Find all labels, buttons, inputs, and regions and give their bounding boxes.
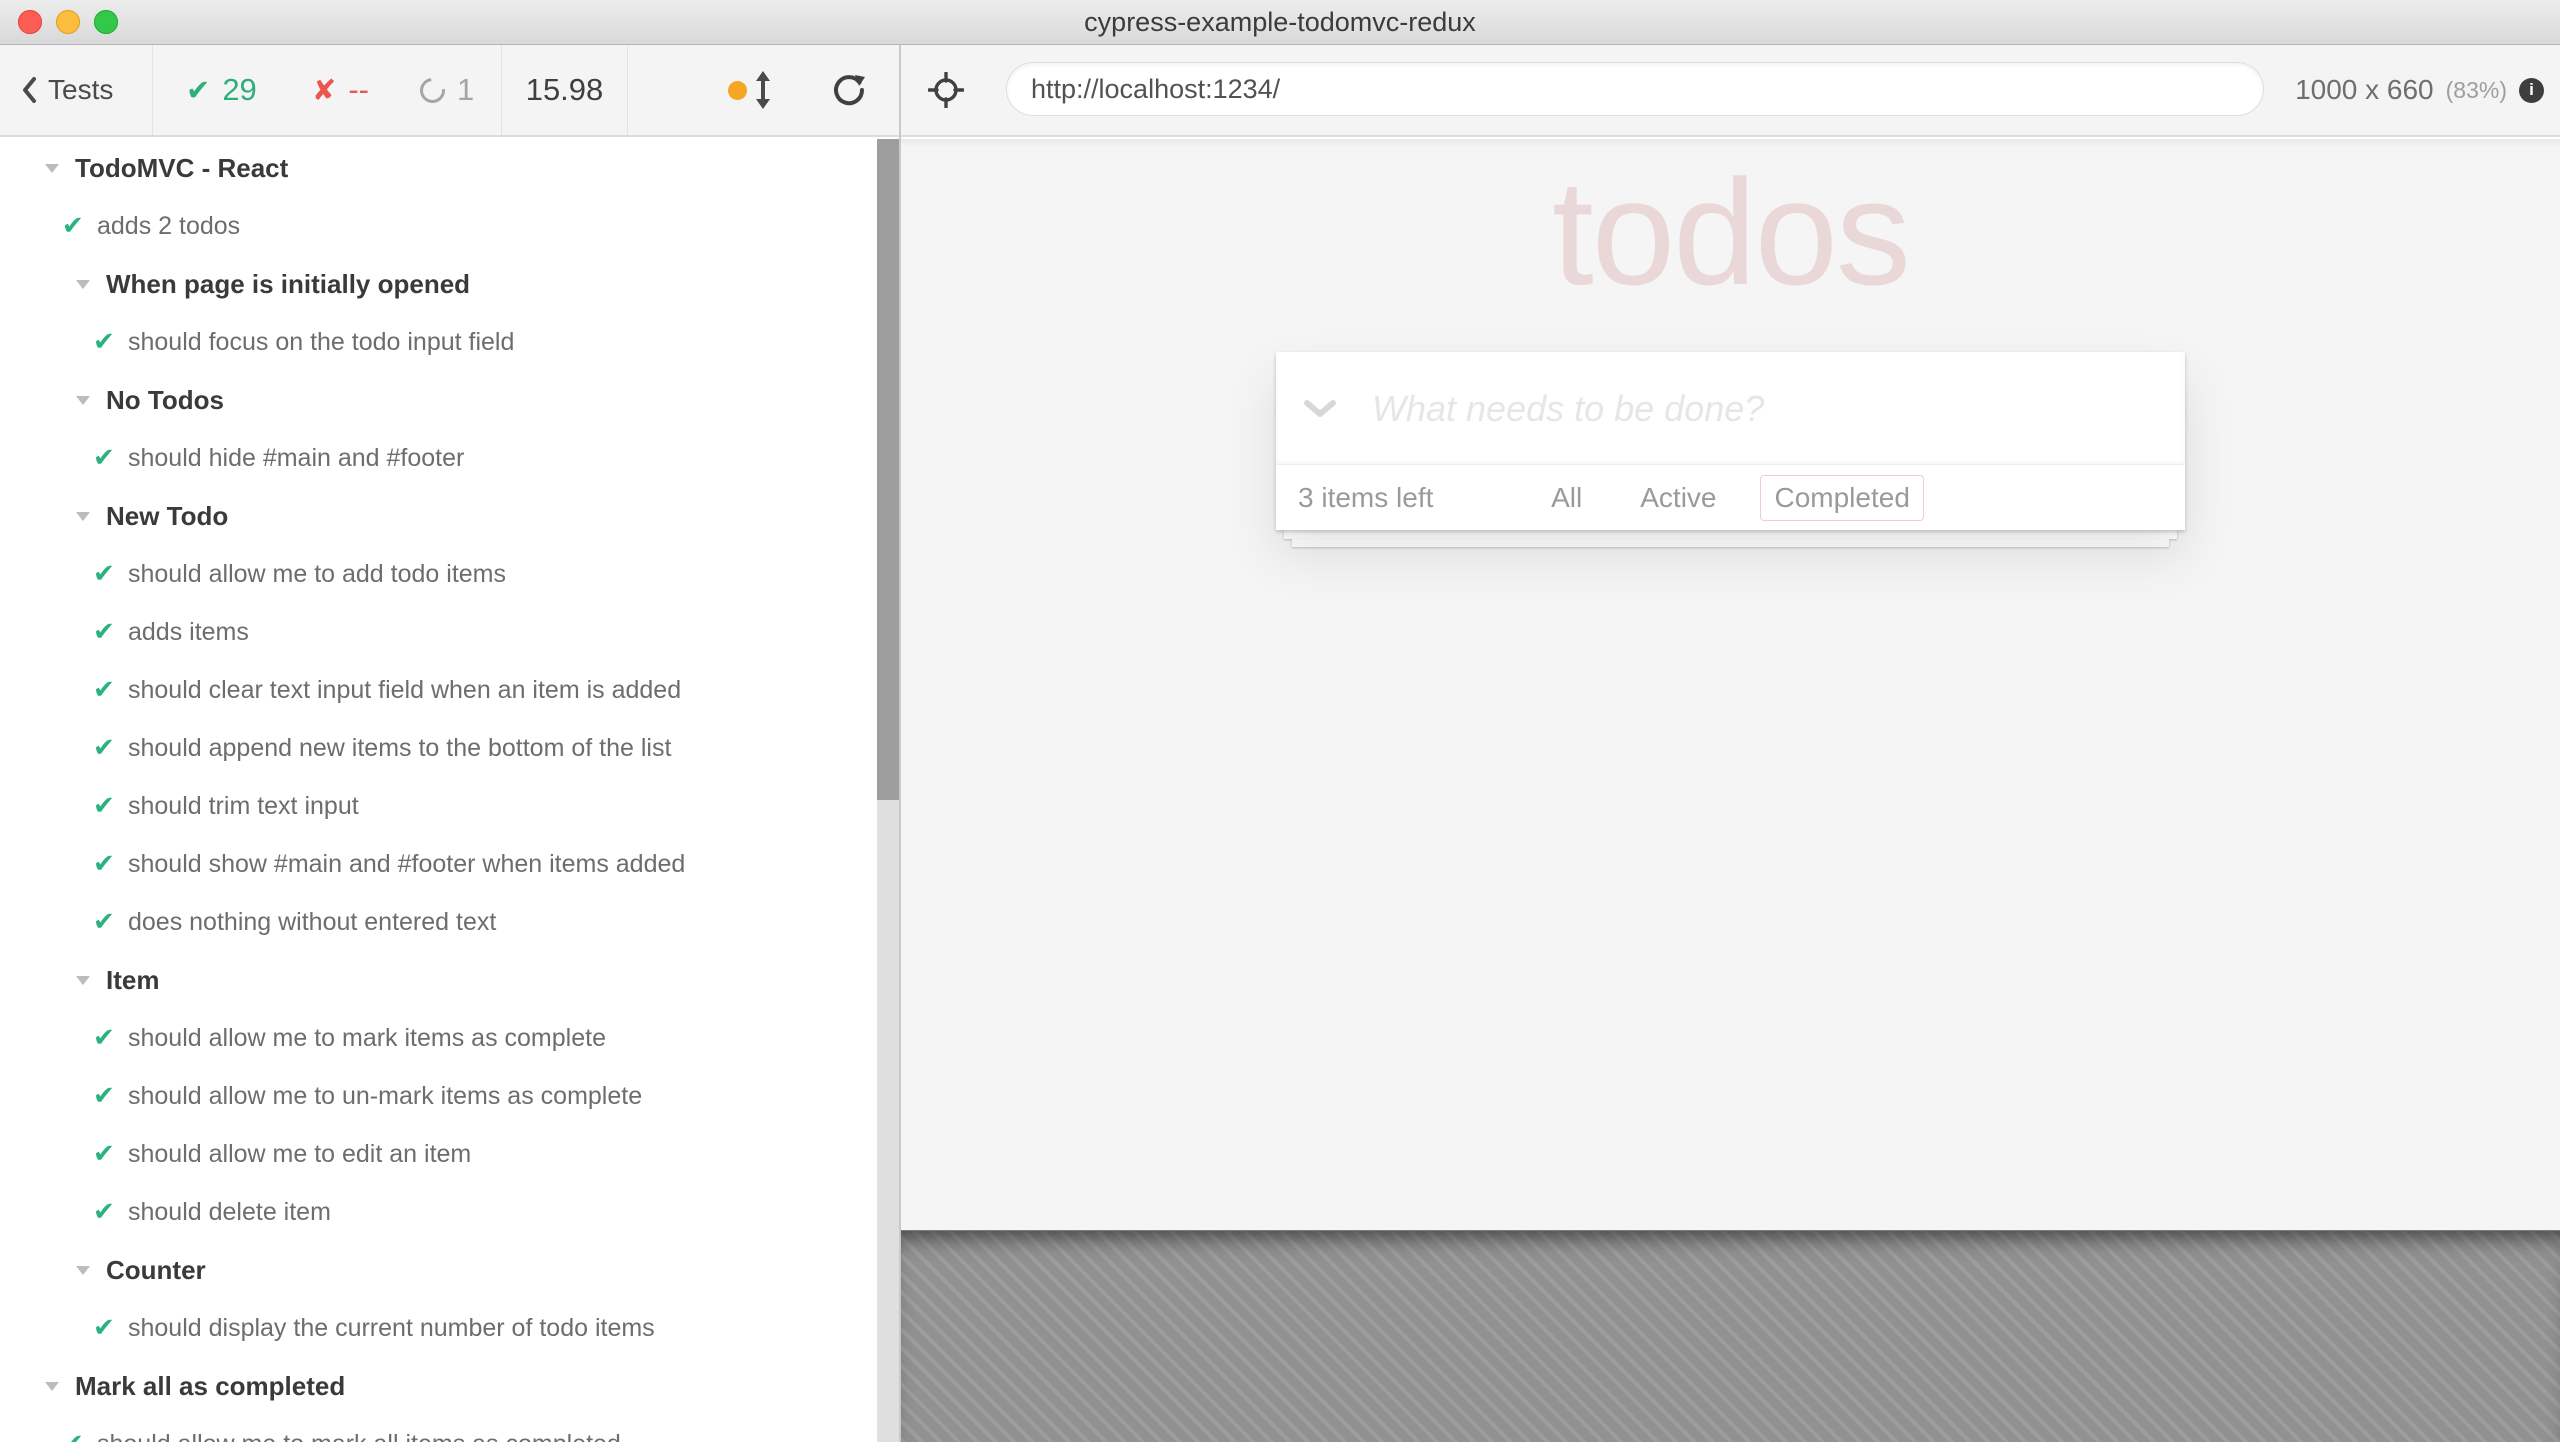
pass-check-icon: ✔ (93, 909, 119, 935)
up-down-arrow-icon (752, 70, 774, 110)
test-row[interactable]: ✔ does nothing without entered text (18, 893, 877, 951)
viewport-scale: (83%) (2446, 77, 2507, 104)
pass-check-icon: ✔ (93, 851, 119, 877)
pass-check-icon: ✔ (93, 793, 119, 819)
test-row[interactable]: ✔ should allow me to mark items as compl… (18, 1009, 877, 1067)
test-row[interactable]: ✔ should hide #main and #footer (18, 429, 877, 487)
chevron-down-icon (1303, 399, 1337, 419)
test-row[interactable]: ✔ should delete item (18, 1183, 877, 1241)
failed-stat: ✘ -- (312, 45, 369, 135)
reporter-scrollbar-thumb[interactable] (877, 139, 899, 800)
pass-check-icon: ✔ (93, 1025, 119, 1051)
pass-check-icon: ✔ (93, 1083, 119, 1109)
todoapp-card: 3 items left AllActiveCompleted (1276, 352, 2185, 530)
pending-count: 1 (457, 72, 474, 108)
pass-check-icon: ✔ (93, 1199, 119, 1225)
collapse-triangle-icon (76, 976, 90, 985)
refresh-icon (831, 72, 867, 108)
pass-check-icon: ✔ (93, 619, 119, 645)
info-icon[interactable]: i (2519, 78, 2544, 103)
test-row[interactable]: ✔ should allow me to add todo items (18, 545, 877, 603)
pending-stat: 1 (420, 45, 474, 135)
auto-scroll-indicator-dot (728, 81, 747, 100)
scroll-toggle-button[interactable] (752, 45, 774, 135)
test-row[interactable]: ✔ should append new items to the bottom … (18, 719, 877, 777)
window-title: cypress-example-todomvc-redux (0, 0, 2560, 45)
collapse-triangle-icon (45, 1382, 59, 1391)
test-row[interactable]: ✔ should allow me to edit an item (18, 1125, 877, 1183)
toolbar-separator (627, 45, 628, 135)
cypress-runner-window: cypress-example-todomvc-redux Tests ✔ 29… (0, 0, 2560, 1442)
passed-stat: ✔ 29 (186, 45, 257, 135)
toggle-all-button[interactable] (1298, 352, 1342, 465)
pass-check-icon: ✔ (93, 329, 119, 355)
total-duration: 15.98 (502, 45, 627, 135)
pass-check-icon: ✔ (93, 1141, 119, 1167)
filter-completed[interactable]: Completed (1760, 475, 1923, 521)
pass-check-icon: ✔ (186, 76, 210, 105)
suite-row[interactable]: TodoMVC - React (18, 139, 877, 197)
stacked-sheet (1292, 539, 2169, 547)
pass-check-icon: ✔ (93, 677, 119, 703)
new-todo-row (1276, 352, 2185, 465)
test-row[interactable]: ✔ should allow me to mark all items as c… (18, 1415, 877, 1442)
collapse-triangle-icon (76, 280, 90, 289)
filter-all[interactable]: All (1537, 475, 1596, 521)
viewport-info: 1000 x 660 (83%) i (2295, 45, 2544, 135)
todo-footer: 3 items left AllActiveCompleted (1276, 465, 2185, 530)
test-row[interactable]: ✔ should allow me to un-mark items as co… (18, 1067, 877, 1125)
titlebar: cypress-example-todomvc-redux (0, 0, 2560, 45)
reporter-scrollbar-track[interactable] (877, 139, 899, 1442)
failed-count: -- (348, 72, 369, 108)
crosshair-icon (928, 72, 964, 108)
selector-playground-button[interactable] (928, 45, 964, 135)
toolbar: Tests ✔ 29 ✘ -- 1 15.98 (0, 45, 2560, 137)
back-label: Tests (48, 74, 113, 106)
test-row[interactable]: ✔ should show #main and #footer when ite… (18, 835, 877, 893)
suite-row[interactable]: New Todo (18, 487, 877, 545)
viewport-size: 1000 x 660 (2295, 74, 2434, 106)
suite-row[interactable]: No Todos (18, 371, 877, 429)
suite-row[interactable]: When page is initially opened (18, 255, 877, 313)
pass-check-icon: ✔ (93, 735, 119, 761)
back-to-tests-button[interactable]: Tests (20, 45, 113, 135)
test-row[interactable]: ✔ adds 2 todos (18, 197, 877, 255)
filter-active[interactable]: Active (1626, 475, 1730, 521)
toolbar-separator (152, 45, 153, 135)
test-reporter: TodoMVC - React ✔ adds 2 todos When page… (0, 139, 877, 1442)
stacked-sheet (1284, 530, 2177, 539)
pending-circle-icon (415, 72, 450, 107)
test-list: TodoMVC - React ✔ adds 2 todos When page… (18, 139, 877, 1442)
suite-row[interactable]: Counter (18, 1241, 877, 1299)
pass-check-icon: ✔ (62, 213, 88, 239)
suite-row[interactable]: Mark all as completed (18, 1357, 877, 1415)
collapse-triangle-icon (76, 396, 90, 405)
filter-list: All Active Completed (1276, 465, 2185, 530)
suite-row[interactable]: Item (18, 951, 877, 1009)
pass-check-icon: ✔ (93, 561, 119, 587)
collapse-triangle-icon (76, 512, 90, 521)
pass-check-icon: ✔ (93, 445, 119, 471)
collapse-triangle-icon (45, 164, 59, 173)
collapse-triangle-icon (76, 1266, 90, 1275)
test-row[interactable]: ✔ should display the current number of t… (18, 1299, 877, 1357)
test-row[interactable]: ✔ should trim text input (18, 777, 877, 835)
restart-tests-button[interactable] (831, 45, 867, 135)
new-todo-input[interactable] (1372, 352, 2162, 465)
dead-zone-stripes (901, 1230, 2560, 1442)
fail-x-icon: ✘ (312, 76, 336, 105)
test-row[interactable]: ✔ should focus on the todo input field (18, 313, 877, 371)
todoapp-wrap: todos 3 items left AllActiveCompleted (1276, 139, 2185, 547)
aut-frame: todos 3 items left AllActiveCompleted (901, 139, 2560, 1230)
todos-heading: todos (1276, 147, 2185, 317)
passed-count: 29 (222, 72, 256, 108)
test-row[interactable]: ✔ adds items (18, 603, 877, 661)
test-row[interactable]: ✔ should clear text input field when an … (18, 661, 877, 719)
pass-check-icon: ✔ (62, 1431, 88, 1442)
chevron-left-icon (20, 75, 38, 105)
pass-check-icon: ✔ (93, 1315, 119, 1341)
aut-url-input[interactable]: http://localhost:1234/ (1006, 62, 2264, 116)
